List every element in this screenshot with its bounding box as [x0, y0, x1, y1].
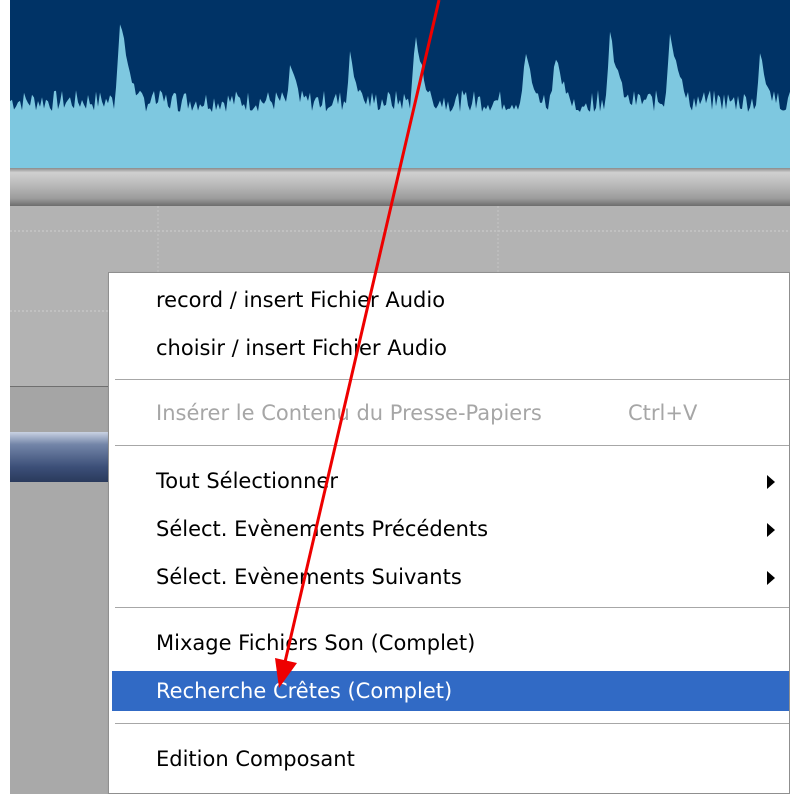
menu-item-label: Insérer le Contenu du Presse-Papiers — [156, 401, 542, 425]
submenu-arrow-icon — [767, 571, 775, 585]
menu-item-label: Mixage Fichiers Son (Complet) — [156, 631, 476, 655]
menu-item-label: Tout Sélectionner — [156, 469, 338, 493]
track-separator — [10, 168, 790, 206]
context-menu: record / insert Fichier Audio choisir / … — [108, 272, 790, 794]
menu-item-label: Recherche Crêtes (Complet) — [156, 679, 453, 703]
menu-separator — [115, 445, 789, 447]
menu-separator — [115, 723, 789, 725]
menu-item-label: Sélect. Evènements Suivants — [156, 565, 462, 589]
waveform-graphic — [10, 24, 790, 168]
menu-item-shortcut: Ctrl+V — [628, 401, 698, 425]
menu-item-mix-sound-files[interactable]: Mixage Fichiers Son (Complet) — [112, 623, 789, 663]
waveform-track[interactable] — [10, 0, 790, 168]
menu-item-label: Sélect. Evènements Précédents — [156, 517, 489, 541]
menu-item-label: Edition Composant — [156, 747, 355, 771]
menu-item-edit-component[interactable]: Edition Composant — [112, 739, 789, 779]
menu-item-peak-search[interactable]: Recherche Crêtes (Complet) — [112, 671, 789, 711]
menu-item-paste-clipboard[interactable]: Insérer le Contenu du Presse-Papiers Ctr… — [112, 393, 789, 433]
menu-item-select-previous-events[interactable]: Sélect. Evènements Précédents — [112, 509, 789, 549]
menu-item-select-all[interactable]: Tout Sélectionner — [112, 461, 789, 501]
menu-separator — [115, 379, 789, 381]
submenu-arrow-icon — [767, 475, 775, 489]
menu-item-record-insert-audio[interactable]: record / insert Fichier Audio — [112, 280, 789, 320]
menu-separator — [115, 607, 789, 609]
menu-item-label: choisir / insert Fichier Audio — [156, 336, 447, 360]
menu-item-select-next-events[interactable]: Sélect. Evènements Suivants — [112, 557, 789, 597]
menu-item-choose-insert-audio[interactable]: choisir / insert Fichier Audio — [112, 328, 789, 368]
menu-item-label: record / insert Fichier Audio — [156, 288, 446, 312]
submenu-arrow-icon — [767, 523, 775, 537]
